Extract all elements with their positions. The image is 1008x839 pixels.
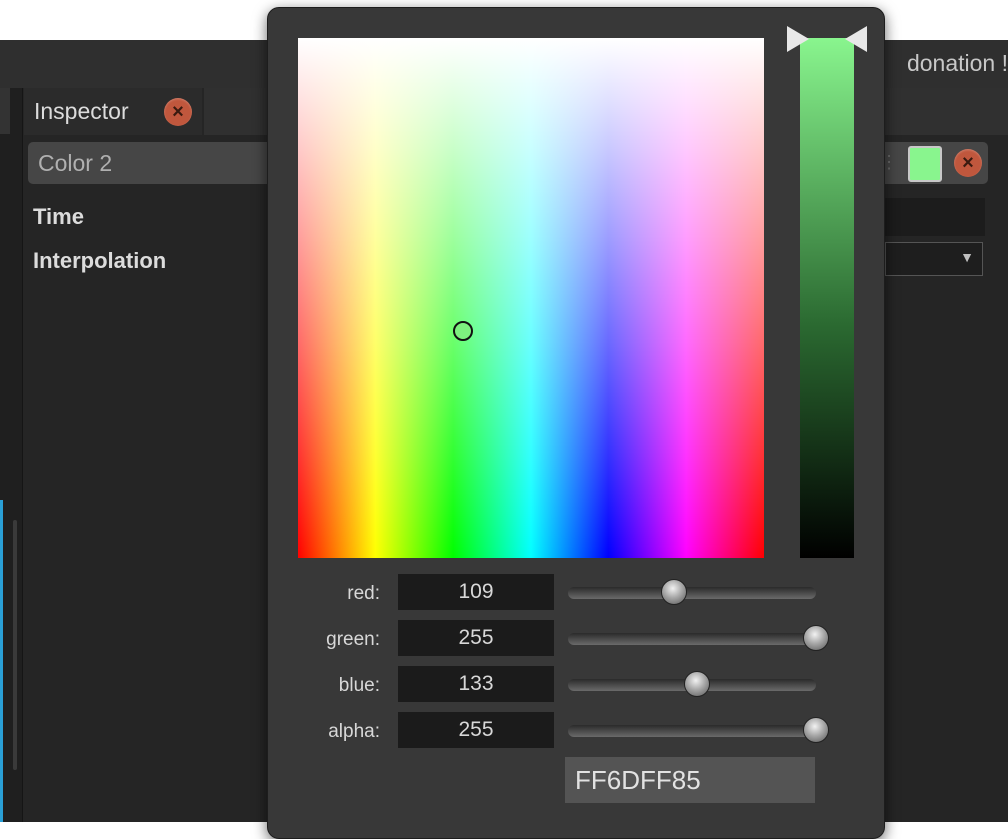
green-slider[interactable] bbox=[568, 625, 829, 651]
alpha-label: alpha: bbox=[328, 721, 380, 742]
tab-inspector-label: Inspector bbox=[34, 98, 129, 124]
saturation-hue-field[interactable] bbox=[298, 38, 764, 558]
time-field[interactable] bbox=[885, 198, 985, 236]
color-cursor[interactable] bbox=[453, 321, 473, 341]
left-panel-strip bbox=[0, 88, 23, 822]
blue-slider[interactable] bbox=[568, 671, 816, 697]
red-slider-knob[interactable] bbox=[660, 579, 687, 605]
color-picker-popup: red: 109 green: 255 blue: 133 alpha: 255… bbox=[267, 7, 885, 839]
alpha-input[interactable]: 255 bbox=[398, 712, 554, 748]
interpolation-select[interactable]: ▼ bbox=[885, 242, 983, 276]
alpha-slider-knob[interactable] bbox=[803, 717, 829, 743]
alpha-slider[interactable] bbox=[568, 717, 829, 743]
green-slider-knob[interactable] bbox=[803, 625, 829, 651]
red-label: red: bbox=[347, 583, 380, 604]
brightness-bar[interactable] bbox=[800, 38, 854, 558]
color-entry-name: Color 2 bbox=[38, 150, 113, 176]
brightness-marker-right-icon[interactable] bbox=[845, 26, 867, 52]
close-icon[interactable]: × bbox=[164, 98, 192, 126]
tab-inspector[interactable]: Inspector × bbox=[24, 88, 202, 135]
blue-slider-knob[interactable] bbox=[684, 671, 711, 697]
hex-color-input[interactable]: FF6DFF85 bbox=[565, 757, 815, 803]
left-panel-tab[interactable] bbox=[0, 88, 10, 134]
remove-color-icon[interactable]: × bbox=[954, 149, 982, 177]
green-input[interactable]: 255 bbox=[398, 620, 554, 656]
red-input[interactable]: 109 bbox=[398, 574, 554, 610]
blue-input[interactable]: 133 bbox=[398, 666, 554, 702]
chevron-down-icon: ▼ bbox=[960, 249, 974, 265]
left-panel-scrollbar[interactable] bbox=[13, 520, 17, 770]
selection-highlight bbox=[0, 500, 3, 822]
blue-label: blue: bbox=[338, 675, 380, 696]
donation-link[interactable]: donation ! bbox=[907, 50, 1008, 77]
property-interpolation-label: Interpolation bbox=[33, 248, 167, 273]
red-slider[interactable] bbox=[568, 579, 816, 605]
brightness-marker-left-icon[interactable] bbox=[787, 26, 809, 52]
green-label: green: bbox=[326, 629, 380, 650]
color-swatch[interactable] bbox=[908, 146, 942, 182]
property-time-label: Time bbox=[33, 204, 84, 229]
